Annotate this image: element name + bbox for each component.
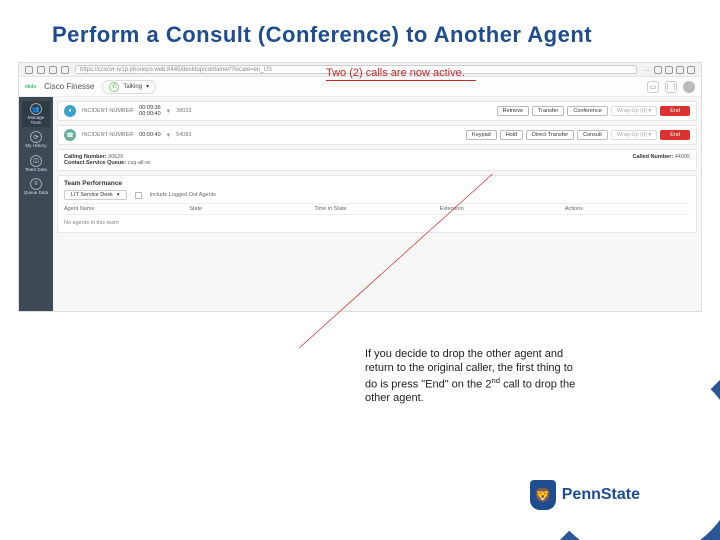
team-table-empty: No agents in this team (64, 218, 690, 228)
team-perf-title: Team Performance (64, 180, 690, 187)
home-icon[interactable] (61, 66, 69, 74)
col-ext[interactable]: Extension (440, 206, 565, 212)
team-selector[interactable]: LIT Service Desk▾ (64, 190, 127, 200)
download-icon[interactable] (665, 66, 673, 74)
timer: 00:00:40 (139, 111, 160, 117)
pennstate-text: PennState (562, 486, 640, 504)
conference-button[interactable]: Conference (567, 106, 607, 116)
call-card-1: ⏸ INCIDENT NUMBER 00:09:3600:00:40 ▾ 380… (57, 101, 697, 121)
end-button[interactable]: End (660, 106, 690, 116)
browser-nav (25, 66, 69, 74)
csq-value: csq-all-sc (128, 160, 151, 166)
team-table-header: Agent Name State Time in State Extension… (64, 203, 690, 215)
timer: 00:00:40 (139, 132, 160, 138)
field-label: INCIDENT NUMBER (82, 108, 133, 114)
retrieve-button[interactable]: Retrieve (497, 106, 529, 116)
chevron-down-icon[interactable]: ▾ (167, 131, 171, 139)
extension: 54083 (176, 132, 191, 138)
rail-label: Team Data (25, 168, 47, 173)
users-icon: 👥 (30, 103, 42, 115)
left-rail: 👥 Manage Team ⟳ My History ◫ Team Data ≡… (19, 97, 53, 311)
rail-my-history[interactable]: ⟳ My History (22, 129, 50, 151)
rail-label: Manage Team (22, 116, 50, 125)
end-button-2[interactable]: End (660, 130, 690, 140)
call-info: Calling Number: 30626 Contact Service Qu… (57, 149, 697, 171)
app-name: Cisco Finesse (44, 82, 94, 91)
hold-button[interactable]: Hold (500, 130, 523, 140)
called-number-label: Called Number: (633, 154, 674, 160)
rail-manage-team[interactable]: 👥 Manage Team (22, 101, 50, 127)
menu-icon[interactable] (654, 66, 662, 74)
wrapup-button: Wrap-Up (0) ▾ (611, 106, 657, 116)
library-icon[interactable] (676, 66, 684, 74)
wrapup-button: Wrap-Up (0) ▾ (611, 130, 657, 140)
team-performance: Team Performance LIT Service Desk▾ Inclu… (57, 175, 697, 233)
chevron-down-icon: ▾ (117, 192, 120, 198)
transfer-button[interactable]: Transfer (532, 106, 564, 116)
back-icon[interactable] (25, 66, 33, 74)
keypad-button[interactable]: Keypad (466, 130, 497, 140)
phone-icon: ✆ (109, 82, 119, 92)
col-time[interactable]: Time in State (314, 206, 439, 212)
user-avatar[interactable] (683, 81, 695, 93)
include-logged-out-checkbox[interactable] (135, 192, 142, 199)
chart-icon: ◫ (30, 155, 42, 167)
app-screenshot: https://ccxcvr-iv1p.phoneps.web:8445/des… (18, 62, 702, 312)
reload-icon[interactable] (49, 66, 57, 74)
call-card-2: ☎ INCIDENT NUMBER 00:00:40 ▾ 54083 Keypa… (57, 125, 697, 145)
active-badge-icon: ☎ (64, 129, 76, 141)
rail-team-data[interactable]: ◫ Team Data (22, 153, 50, 175)
rail-label: My History (25, 144, 46, 149)
extensions-icon[interactable] (687, 66, 695, 74)
chevron-down-icon[interactable]: ▾ (167, 107, 171, 115)
chat-icon[interactable]: ▭ (647, 81, 659, 93)
rail-label: Queue Data (24, 191, 48, 196)
overflow-icon[interactable]: … (643, 66, 651, 74)
callout-active-calls: Two (2) calls are now active. (326, 67, 476, 81)
col-agent[interactable]: Agent Name (64, 206, 189, 212)
agent-state-label: Talking (123, 84, 142, 90)
main-area: ⏸ INCIDENT NUMBER 00:09:3600:00:40 ▾ 380… (53, 97, 701, 311)
agent-state[interactable]: ✆ Talking ▾ (102, 80, 156, 94)
cisco-logo: ıılıılıı (25, 84, 36, 90)
csq-label: Contact Service Queue: (64, 160, 126, 166)
consult-button[interactable]: Consult (577, 130, 608, 140)
clock-icon: ⟳ (30, 131, 42, 143)
list-icon: ≡ (30, 178, 42, 190)
field-label: INCIDENT NUMBER (82, 132, 133, 138)
pennstate-logo: 🦁 PennState (530, 480, 640, 510)
chevron-down-icon: ▾ (146, 83, 149, 90)
forward-icon[interactable] (37, 66, 45, 74)
slide-title: Perform a Consult (Conference) to Anothe… (52, 22, 592, 48)
col-state[interactable]: State (189, 206, 314, 212)
rail-queue-data[interactable]: ≡ Queue Data (22, 176, 50, 198)
hold-badge-icon: ⏸ (64, 105, 76, 117)
col-actions: Actions (565, 206, 690, 212)
direct-transfer-button[interactable]: Direct Transfer (526, 130, 574, 140)
shield-icon: 🦁 (530, 480, 556, 510)
extension: 38023 (176, 108, 191, 114)
dialpad-icon[interactable]: ⋮⋮ (665, 81, 677, 93)
called-number: 44005 (675, 154, 690, 160)
include-logged-out-label: Include Logged Out Agents (150, 192, 216, 198)
